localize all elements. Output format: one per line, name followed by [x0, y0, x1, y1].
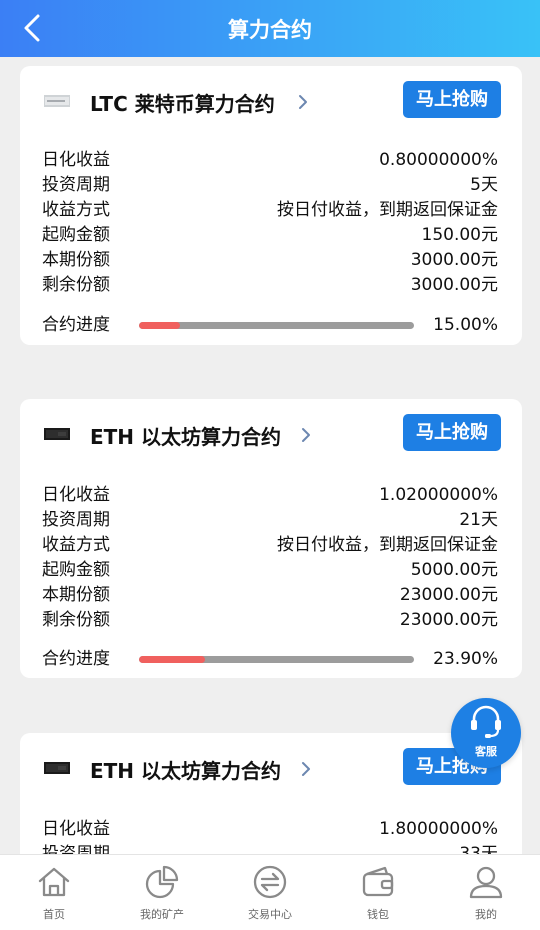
- contract-title: ETH 以太坊算力合约: [90, 425, 282, 449]
- chevron-right-icon[interactable]: [300, 760, 312, 778]
- row-label: 本期份额: [42, 585, 110, 605]
- wallet-icon: [362, 866, 394, 897]
- contract-thumbnail-icon: [44, 95, 70, 107]
- contract-title: LTC 莱特币算力合约: [90, 92, 275, 116]
- tab-my-mining[interactable]: 我的矿产: [108, 855, 216, 930]
- row-label: 投资周期: [42, 844, 110, 854]
- investment-period-row: 投资周期 21天: [42, 508, 498, 533]
- contract-card-header[interactable]: ETH 以太坊算力合约 马上抢购: [20, 733, 522, 803]
- row-label: 投资周期: [42, 510, 110, 530]
- contract-card[interactable]: ETH 以太坊算力合约 马上抢购 日化收益 1.80000000% 投资周期 33天: [20, 733, 522, 854]
- tab-wallet[interactable]: 钱包: [324, 855, 432, 930]
- min-purchase-row: 起购金额 5000.00元: [42, 558, 498, 583]
- tab-profile[interactable]: 我的: [432, 855, 540, 930]
- row-label: 起购金额: [42, 225, 110, 245]
- row-value: 1.02000000%: [379, 485, 498, 505]
- progress-bar: [139, 656, 414, 663]
- buy-now-button[interactable]: 马上抢购: [403, 414, 501, 451]
- row-value: 3000.00元: [410, 275, 498, 295]
- payout-method-row: 收益方式 按日付收益，到期返回保证金: [42, 198, 498, 223]
- row-label: 本期份额: [42, 250, 110, 270]
- row-value: 21天: [459, 510, 498, 530]
- row-value: 5天: [470, 175, 498, 195]
- remaining-share-row: 剩余份额 3000.00元: [42, 273, 498, 298]
- row-value: 按日付收益，到期返回保证金: [277, 200, 498, 220]
- daily-yield-row: 日化收益 1.02000000%: [42, 483, 498, 508]
- contract-card[interactable]: LTC 莱特币算力合约 马上抢购 日化收益 0.80000000% 投资周期 5天 …: [20, 66, 522, 345]
- min-purchase-row: 起购金额 150.00元: [42, 223, 498, 248]
- home-icon: [38, 867, 70, 897]
- row-value: 23000.00元: [399, 610, 498, 630]
- progress-fill: [139, 322, 181, 329]
- payout-method-row: 收益方式 按日付收益，到期返回保证金: [42, 533, 498, 558]
- row-label: 收益方式: [42, 200, 110, 220]
- contract-title: ETH 以太坊算力合约: [90, 759, 282, 783]
- row-label: 日化收益: [42, 485, 110, 505]
- tab-home[interactable]: 首页: [0, 855, 108, 930]
- row-value: 3000.00元: [410, 250, 498, 270]
- contract-thumbnail-icon: [44, 428, 70, 440]
- investment-period-row: 投资周期 5天: [42, 173, 498, 198]
- tab-trade-center[interactable]: 交易中心: [216, 855, 324, 930]
- tab-label: 我的: [475, 908, 497, 921]
- row-label: 收益方式: [42, 535, 110, 555]
- pie-chart-icon: [145, 865, 179, 899]
- bottom-tab-bar: 首页 我的矿产 交易中心 钱包 我的: [0, 854, 540, 930]
- progress-label: 合约进度: [42, 315, 110, 335]
- row-label: 日化收益: [42, 819, 110, 839]
- progress-value: 15.00%: [433, 315, 498, 335]
- tab-label: 交易中心: [248, 908, 292, 921]
- row-value: 23000.00元: [399, 585, 498, 605]
- current-share-row: 本期份额 23000.00元: [42, 583, 498, 608]
- row-value: 1.80000000%: [379, 819, 498, 839]
- tab-label: 钱包: [367, 908, 389, 921]
- row-label: 剩余份额: [42, 610, 110, 630]
- tab-label: 首页: [43, 908, 65, 921]
- row-label: 剩余份额: [42, 275, 110, 295]
- contract-progress: 合约进度 15.00%: [42, 312, 498, 338]
- row-label: 日化收益: [42, 150, 110, 170]
- chevron-right-icon[interactable]: [297, 93, 309, 111]
- row-value: 按日付收益，到期返回保证金: [277, 535, 498, 555]
- user-icon: [469, 866, 503, 899]
- chevron-right-icon[interactable]: [300, 426, 312, 444]
- current-share-row: 本期份额 3000.00元: [42, 248, 498, 273]
- row-value: 0.80000000%: [379, 150, 498, 170]
- progress-label: 合约进度: [42, 649, 110, 669]
- tab-label: 我的矿产: [140, 908, 184, 921]
- daily-yield-row: 日化收益 1.80000000%: [42, 817, 498, 842]
- row-value: 33天: [459, 844, 498, 854]
- page-title: 算力合约: [228, 18, 312, 42]
- buy-now-button[interactable]: 马上抢购: [403, 81, 501, 118]
- contract-progress: 合约进度 23.90%: [42, 646, 498, 672]
- exchange-icon: [253, 865, 287, 899]
- customer-service-label: 客服: [475, 745, 497, 758]
- row-label: 起购金额: [42, 560, 110, 580]
- contract-card-header[interactable]: ETH 以太坊算力合约 马上抢购: [20, 399, 522, 469]
- row-label: 投资周期: [42, 175, 110, 195]
- progress-value: 23.90%: [433, 649, 498, 669]
- investment-period-row: 投资周期 33天: [42, 842, 498, 854]
- headset-icon: [471, 705, 501, 738]
- contract-thumbnail-icon: [44, 762, 70, 774]
- daily-yield-row: 日化收益 0.80000000%: [42, 148, 498, 173]
- remaining-share-row: 剩余份额 23000.00元: [42, 608, 498, 633]
- contract-card-header[interactable]: LTC 莱特币算力合约 马上抢购: [20, 66, 522, 136]
- progress-fill: [139, 656, 205, 663]
- progress-bar: [139, 322, 414, 329]
- row-value: 150.00元: [421, 225, 498, 245]
- customer-service-button[interactable]: 客服: [451, 698, 521, 768]
- app-header: 算力合约: [0, 0, 540, 57]
- row-value: 5000.00元: [410, 560, 498, 580]
- contract-card[interactable]: ETH 以太坊算力合约 马上抢购 日化收益 1.02000000% 投资周期 21天…: [20, 399, 522, 678]
